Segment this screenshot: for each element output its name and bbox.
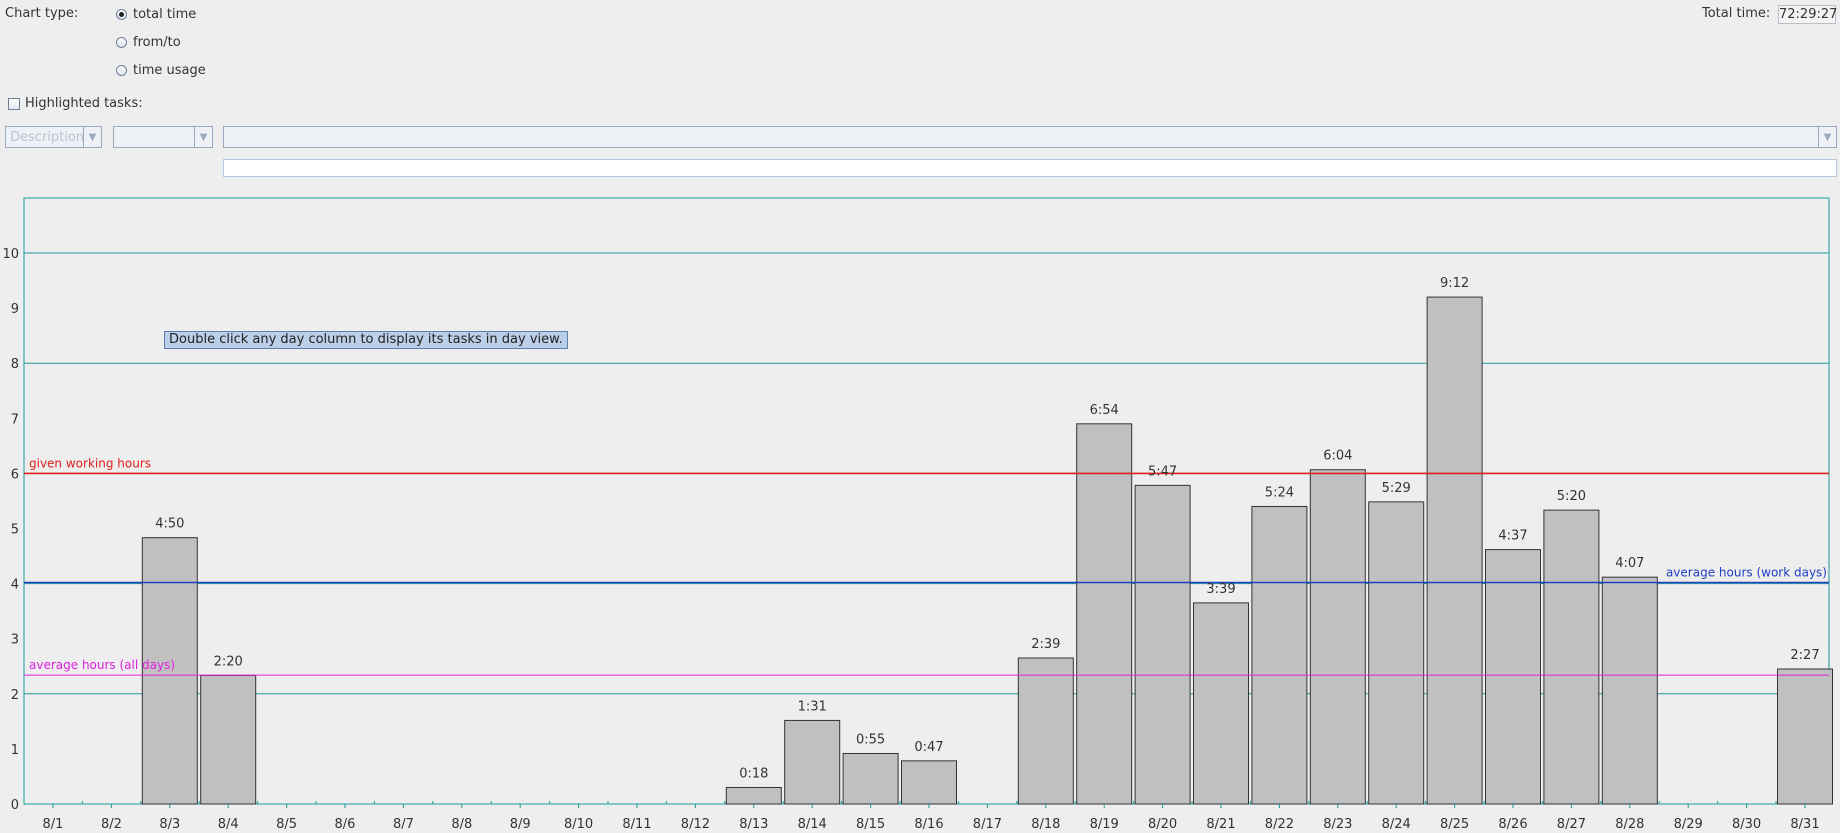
x-tick-label: 8/3 xyxy=(159,817,180,832)
x-tick-label: 8/16 xyxy=(914,817,943,832)
bar[interactable] xyxy=(1485,549,1541,805)
bar[interactable] xyxy=(1134,484,1191,805)
reference-line-label: average hours (all days) xyxy=(29,658,175,672)
bar-value-label: 9:12 xyxy=(1440,276,1469,291)
bar-value-label: 0:55 xyxy=(856,732,885,747)
x-tick-label: 8/29 xyxy=(1674,817,1703,832)
bar-value-label: 4:50 xyxy=(155,517,184,532)
day-view-tooltip: Double click any day column to display i… xyxy=(164,331,568,349)
y-tick-label: 6 xyxy=(11,467,19,482)
x-tick-label: 8/17 xyxy=(973,817,1002,832)
x-tick-label: 8/25 xyxy=(1440,817,1469,832)
bar[interactable] xyxy=(1193,602,1249,805)
y-tick-label: 9 xyxy=(11,302,19,317)
x-tick-label: 8/24 xyxy=(1382,817,1411,832)
x-tick-label: 8/15 xyxy=(856,817,885,832)
x-tick-label: 8/26 xyxy=(1498,817,1527,832)
y-tick-label: 5 xyxy=(11,523,19,538)
x-tick-label: 8/30 xyxy=(1732,817,1761,832)
x-tick-label: 8/7 xyxy=(393,817,414,832)
bar-value-label: 2:27 xyxy=(1790,648,1819,663)
bar[interactable] xyxy=(784,719,841,805)
x-tick-label: 8/1 xyxy=(43,817,64,832)
bar[interactable] xyxy=(200,674,257,805)
x-tick-label: 8/8 xyxy=(451,817,472,832)
x-tick-label: 8/10 xyxy=(564,817,593,832)
y-tick-label: 8 xyxy=(11,357,19,372)
bar[interactable] xyxy=(1777,668,1833,805)
bar[interactable] xyxy=(1076,423,1133,805)
y-tick-label: 3 xyxy=(11,633,19,648)
bar-value-label: 2:39 xyxy=(1031,637,1060,652)
x-tick-label: 8/27 xyxy=(1557,817,1586,832)
bar[interactable] xyxy=(842,752,899,805)
x-tick-label: 8/20 xyxy=(1148,817,1177,832)
y-tick-label: 7 xyxy=(11,412,19,427)
bar-value-label: 4:07 xyxy=(1615,556,1644,571)
y-tick-label: 0 xyxy=(11,798,19,813)
x-tick-label: 8/13 xyxy=(739,817,768,832)
x-tick-label: 8/11 xyxy=(622,817,651,832)
y-tick-label: 1 xyxy=(11,743,19,758)
bar-value-label: 6:04 xyxy=(1323,449,1352,464)
bar[interactable] xyxy=(1543,509,1600,805)
x-tick-label: 8/4 xyxy=(218,817,239,832)
bar-value-label: 5:29 xyxy=(1382,481,1411,496)
y-tick-label: 4 xyxy=(11,578,19,593)
x-tick-label: 8/31 xyxy=(1790,817,1819,832)
y-tick-label: 10 xyxy=(2,247,19,262)
x-tick-label: 8/9 xyxy=(510,817,531,832)
bar-value-label: 0:47 xyxy=(914,740,943,755)
x-tick-label: 8/14 xyxy=(798,817,827,832)
x-tick-label: 8/6 xyxy=(335,817,356,832)
bar[interactable] xyxy=(1426,296,1483,805)
x-tick-label: 8/2 xyxy=(101,817,122,832)
bar-value-label: 3:39 xyxy=(1206,582,1235,597)
bar-value-label: 1:31 xyxy=(798,699,827,714)
reference-line-label: average hours (work days) xyxy=(1666,565,1827,579)
bar[interactable] xyxy=(901,760,957,805)
bar[interactable] xyxy=(1368,501,1425,805)
bar[interactable] xyxy=(1251,505,1308,805)
bar-value-label: 2:20 xyxy=(214,654,243,669)
x-tick-label: 8/21 xyxy=(1206,817,1235,832)
bars-layer xyxy=(141,296,1833,805)
x-tick-label: 8/18 xyxy=(1031,817,1060,832)
reference-line-label: given working hours xyxy=(29,456,151,470)
bar-value-label: 5:24 xyxy=(1265,485,1294,500)
bar-value-label: 0:18 xyxy=(739,766,768,781)
bar[interactable] xyxy=(1309,469,1366,805)
bar-value-label: 5:20 xyxy=(1557,489,1586,504)
bar-value-label: 5:47 xyxy=(1148,464,1177,479)
bar-value-label: 4:37 xyxy=(1498,529,1527,544)
bar-value-label: 6:54 xyxy=(1090,403,1119,418)
x-tick-label: 8/23 xyxy=(1323,817,1352,832)
x-tick-label: 8/22 xyxy=(1265,817,1294,832)
bar[interactable] xyxy=(1017,657,1074,805)
bar[interactable] xyxy=(725,786,782,805)
x-tick-label: 8/12 xyxy=(681,817,710,832)
x-tick-label: 8/19 xyxy=(1090,817,1119,832)
x-tick-label: 8/28 xyxy=(1615,817,1644,832)
x-tick-label: 8/5 xyxy=(276,817,297,832)
y-tick-label: 2 xyxy=(11,688,19,703)
bar[interactable] xyxy=(1601,576,1658,805)
daily-hours-chart[interactable]: given working hours average hours (work d… xyxy=(0,0,1840,833)
